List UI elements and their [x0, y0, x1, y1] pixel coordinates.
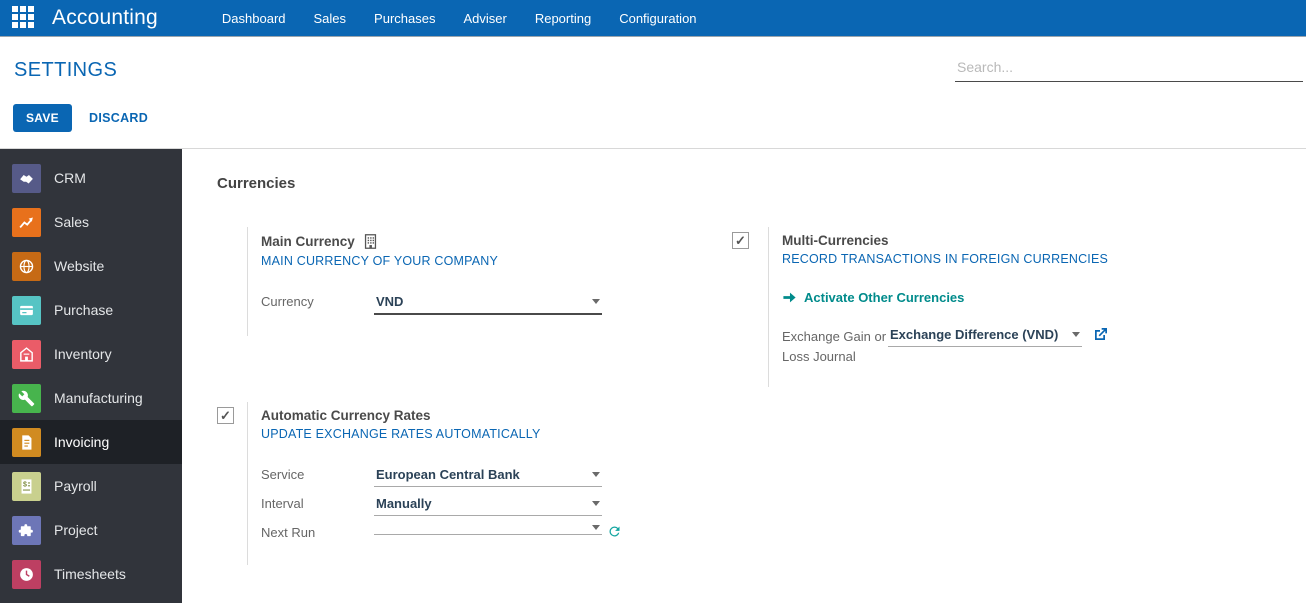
menu-purchases[interactable]: Purchases [374, 11, 435, 26]
save-button[interactable]: SAVE [13, 104, 72, 132]
interval-field-row: Interval Manually [261, 494, 707, 516]
warehouse-icon [12, 340, 41, 369]
multi-currencies-title: Multi-Currencies [782, 233, 1288, 248]
globe-icon [12, 252, 41, 281]
multi-currencies-subtitle: RECORD TRANSACTIONS IN FOREIGN CURRENCIE… [782, 252, 1288, 266]
sidebar-item-crm[interactable]: CRM [0, 156, 182, 200]
automatic-rates-title: Automatic Currency Rates [261, 408, 707, 423]
sidebar-item-timesheets[interactable]: Timesheets [0, 552, 182, 596]
chevron-down-icon [592, 525, 600, 530]
main-currency-title-text: Main Currency [261, 234, 355, 249]
refresh-rates-icon[interactable] [607, 524, 622, 544]
sidebar-item-sales[interactable]: Sales [0, 200, 182, 244]
invoice-document-icon [12, 428, 41, 457]
settings-header: SETTINGS SAVE DISCARD [0, 37, 1306, 149]
currency-select[interactable]: VND [374, 292, 602, 315]
main-currency-title: Main Currency [261, 233, 707, 250]
sidebar-item-label: Manufacturing [54, 390, 143, 406]
right-arrow-icon [782, 290, 797, 305]
currency-value: VND [376, 294, 403, 309]
currency-field-label: Currency [261, 292, 374, 309]
section-title-currencies: Currencies [217, 175, 295, 192]
sidebar-item-invoicing[interactable]: Invoicing [0, 420, 182, 464]
top-menu: Dashboard Sales Purchases Adviser Report… [222, 11, 697, 26]
interval-value: Manually [376, 496, 432, 511]
service-select[interactable]: European Central Bank [374, 465, 602, 487]
credit-card-icon [12, 296, 41, 325]
puzzle-icon [12, 516, 41, 545]
clock-icon [12, 560, 41, 589]
open-record-external-link-icon[interactable] [1093, 326, 1109, 347]
sidebar-item-label: Invoicing [54, 434, 109, 450]
sidebar-item-label: Payroll [54, 478, 97, 494]
service-field-row: Service European Central Bank [261, 465, 707, 487]
menu-dashboard[interactable]: Dashboard [222, 11, 286, 26]
sidebar-item-purchase[interactable]: Purchase [0, 288, 182, 332]
automatic-rates-checkbox[interactable]: ✓ [217, 407, 234, 424]
payslip-icon: $ [12, 472, 41, 501]
next-run-field-row: Next Run [261, 523, 707, 544]
chevron-down-icon [1072, 332, 1080, 337]
exchange-journal-field-row: Exchange Gain or Loss Journal Exchange D… [782, 325, 1288, 366]
automatic-currency-rates-block: ✓ Automatic Currency Rates UPDATE EXCHAN… [217, 402, 707, 565]
sales-chart-icon [12, 208, 41, 237]
sidebar-item-label: CRM [54, 170, 86, 186]
chevron-down-icon [592, 472, 600, 477]
search-input[interactable] [955, 55, 1303, 82]
interval-field-label: Interval [261, 494, 374, 511]
exchange-journal-select[interactable]: Exchange Difference (VND) [888, 325, 1082, 347]
activate-other-currencies-link[interactable]: Activate Other Currencies [782, 290, 1288, 305]
menu-reporting[interactable]: Reporting [535, 11, 591, 26]
sidebar-item-label: Timesheets [54, 566, 126, 582]
search-box [955, 55, 1303, 82]
next-run-select[interactable] [374, 523, 602, 535]
handshake-icon [12, 164, 41, 193]
currency-field-row: Currency VND [261, 292, 707, 315]
app-title[interactable]: Accounting [52, 6, 158, 30]
menu-configuration[interactable]: Configuration [619, 11, 696, 26]
action-buttons: SAVE DISCARD [13, 104, 148, 132]
sidebar-item-label: Project [54, 522, 98, 538]
sidebar-item-label: Website [54, 258, 104, 274]
top-navbar: Accounting Dashboard Sales Purchases Adv… [0, 0, 1306, 37]
main-currency-subtitle: MAIN CURRENCY OF YOUR COMPANY [261, 254, 707, 268]
wrench-icon [12, 384, 41, 413]
sidebar-item-label: Purchase [54, 302, 113, 318]
service-value: European Central Bank [376, 467, 520, 482]
sidebar-item-label: Inventory [54, 346, 112, 362]
svg-text:$: $ [23, 480, 27, 488]
next-run-field-label: Next Run [261, 523, 374, 540]
exchange-journal-label: Exchange Gain or Loss Journal [782, 325, 888, 366]
sidebar-item-payroll[interactable]: $ Payroll [0, 464, 182, 508]
automatic-rates-subtitle: UPDATE EXCHANGE RATES AUTOMATICALLY [261, 427, 707, 441]
menu-sales[interactable]: Sales [314, 11, 347, 26]
page-title: SETTINGS [14, 59, 117, 82]
settings-content: Currencies Main Currency MAIN CURRENCY O… [182, 149, 1306, 603]
main-currency-checkbox-column [217, 227, 247, 336]
sidebar-item-inventory[interactable]: Inventory [0, 332, 182, 376]
menu-adviser[interactable]: Adviser [463, 11, 506, 26]
apps-sidebar: CRM Sales Website Purchase Inventory [0, 149, 182, 603]
sidebar-item-label: Sales [54, 214, 89, 230]
activate-link-text: Activate Other Currencies [804, 290, 964, 305]
discard-button[interactable]: DISCARD [89, 111, 148, 125]
company-building-icon [362, 233, 379, 250]
multi-currencies-block: ✓ Multi-Currencies RECORD TRANSACTIONS I… [732, 227, 1292, 387]
multi-currencies-checkbox[interactable]: ✓ [732, 232, 749, 249]
service-field-label: Service [261, 465, 374, 482]
sidebar-item-project[interactable]: Project [0, 508, 182, 552]
chevron-down-icon [592, 501, 600, 506]
chevron-down-icon [592, 299, 600, 304]
sidebar-item-manufacturing[interactable]: Manufacturing [0, 376, 182, 420]
sidebar-item-website[interactable]: Website [0, 244, 182, 288]
interval-select[interactable]: Manually [374, 494, 602, 516]
apps-grid-icon[interactable] [12, 6, 36, 30]
exchange-journal-value: Exchange Difference (VND) [890, 327, 1058, 342]
main-currency-block: Main Currency MAIN CURRENCY OF YOUR COMP… [217, 227, 707, 336]
